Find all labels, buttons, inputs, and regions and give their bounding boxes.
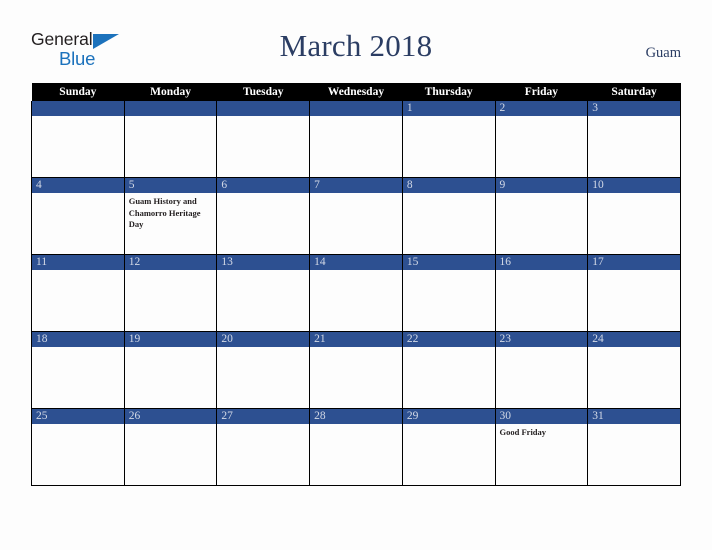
- weekday-header-tuesday: Tuesday: [216, 83, 310, 101]
- calendar-day-cell[interactable]: 31: [587, 408, 681, 486]
- calendar-week-row: 11 12 13 14 15 16 17: [31, 254, 681, 332]
- calendar-day-cell[interactable]: 6: [216, 177, 311, 255]
- day-number: 5: [125, 178, 216, 193]
- day-number: 9: [496, 178, 587, 193]
- weekday-header-friday: Friday: [495, 83, 588, 101]
- calendar-day-cell[interactable]: 2: [494, 101, 589, 178]
- day-events: Guam History and Chamorro Heritage Day: [125, 193, 216, 231]
- day-number: 18: [32, 332, 124, 347]
- calendar-day-cell[interactable]: 5 Guam History and Chamorro Heritage Day: [123, 177, 218, 255]
- holiday-event-label: Good Friday: [499, 427, 547, 437]
- calendar-day-cell[interactable]: [123, 101, 218, 178]
- day-number: 15: [403, 255, 495, 270]
- calendar-day-cell[interactable]: 26: [123, 408, 218, 486]
- day-number: 21: [310, 332, 402, 347]
- page-title: March 2018: [279, 28, 433, 63]
- day-number: 12: [125, 255, 216, 270]
- day-number: 8: [403, 178, 495, 193]
- day-number: 14: [310, 255, 402, 270]
- day-number: 23: [496, 332, 587, 347]
- calendar-day-cell[interactable]: 9: [494, 177, 589, 255]
- day-number: 11: [32, 255, 124, 270]
- calendar-day-cell[interactable]: 14: [309, 254, 403, 332]
- calendar-day-cell[interactable]: 19: [123, 331, 218, 409]
- day-number: [310, 101, 402, 116]
- calendar-day-cell[interactable]: 13: [216, 254, 311, 332]
- calendar-day-cell[interactable]: 25: [31, 408, 125, 486]
- day-number: 1: [403, 101, 495, 116]
- calendar-day-cell[interactable]: 29: [401, 408, 496, 486]
- calendar-day-cell[interactable]: [216, 101, 311, 178]
- calendar-day-cell[interactable]: 10: [587, 177, 681, 255]
- calendar-day-cell[interactable]: 17: [587, 254, 681, 332]
- calendar-day-cell[interactable]: 18: [31, 331, 125, 409]
- day-number: 22: [403, 332, 495, 347]
- locale-label: Guam: [645, 45, 681, 61]
- calendar-day-cell[interactable]: [309, 101, 403, 178]
- calendar-day-cell[interactable]: 15: [401, 254, 496, 332]
- calendar-day-cell[interactable]: 4: [31, 177, 125, 255]
- day-number: 17: [588, 255, 680, 270]
- calendar-day-cell[interactable]: 7: [309, 177, 403, 255]
- calendar-day-cell[interactable]: 1: [401, 101, 496, 178]
- day-number: 3: [588, 101, 680, 116]
- day-number: [217, 101, 309, 116]
- day-number: 2: [496, 101, 587, 116]
- calendar-day-cell[interactable]: 3: [587, 101, 681, 178]
- calendar-day-cell[interactable]: [31, 101, 125, 178]
- calendar-page: General Blue March 2018 Guam Sunday Mond…: [0, 0, 712, 550]
- month-calendar-grid: Sunday Monday Tuesday Wednesday Thursday…: [31, 83, 681, 486]
- weekday-header-wednesday: Wednesday: [309, 83, 403, 101]
- page-header: General Blue March 2018 Guam: [0, 0, 712, 83]
- day-number: 20: [217, 332, 309, 347]
- day-number: 25: [32, 409, 124, 424]
- calendar-week-row: 18 19 20 21 22 23 24: [31, 331, 681, 409]
- calendar-week-row: 4 5 Guam History and Chamorro Heritage Day…: [31, 177, 681, 255]
- calendar-day-cell[interactable]: 20: [216, 331, 311, 409]
- day-number: 19: [125, 332, 216, 347]
- day-number: 7: [310, 178, 402, 193]
- day-number: 31: [588, 409, 680, 424]
- calendar-week-row: 123: [31, 101, 681, 178]
- weekday-header-monday: Monday: [124, 83, 217, 101]
- day-number: [125, 101, 216, 116]
- calendar-day-cell[interactable]: 22: [401, 331, 496, 409]
- weekday-header-thursday: Thursday: [402, 83, 496, 101]
- day-number: 29: [403, 409, 495, 424]
- day-number: 10: [588, 178, 680, 193]
- holiday-event-label: Guam History and Chamorro Heritage Day: [128, 196, 201, 229]
- calendar-day-cell[interactable]: 11: [31, 254, 125, 332]
- calendar-day-cell[interactable]: 16: [494, 254, 589, 332]
- day-number: 24: [588, 332, 680, 347]
- day-events: Good Friday: [496, 424, 587, 439]
- weekday-header-sunday: Sunday: [31, 83, 125, 101]
- day-number: 27: [217, 409, 309, 424]
- calendar-day-cell[interactable]: 8: [401, 177, 496, 255]
- day-number: 4: [32, 178, 124, 193]
- calendar-day-cell[interactable]: 27: [216, 408, 311, 486]
- calendar-day-cell[interactable]: 24: [587, 331, 681, 409]
- calendar-day-cell[interactable]: 30 Good Friday: [494, 408, 589, 486]
- day-number: 30: [496, 409, 587, 424]
- calendar-week-row: 25 26 27 28 29 30 Good Friday 31: [31, 408, 681, 486]
- day-number: 28: [310, 409, 402, 424]
- day-number: 16: [496, 255, 587, 270]
- calendar-day-cell[interactable]: 28: [309, 408, 403, 486]
- calendar-day-cell[interactable]: 12: [123, 254, 218, 332]
- calendar-day-cell[interactable]: 21: [309, 331, 403, 409]
- day-number: [32, 101, 124, 116]
- calendar-body: 1 2 3 4 5 Guam History and Chamorro Heritage …: [31, 101, 681, 486]
- weekday-header-row: Sunday Monday Tuesday Wednesday Thursday…: [31, 83, 681, 101]
- calendar-day-cell[interactable]: 23: [494, 331, 589, 409]
- day-number: 26: [125, 409, 216, 424]
- day-number: 13: [217, 255, 309, 270]
- weekday-header-saturday: Saturday: [587, 83, 681, 101]
- day-number: 6: [217, 178, 309, 193]
